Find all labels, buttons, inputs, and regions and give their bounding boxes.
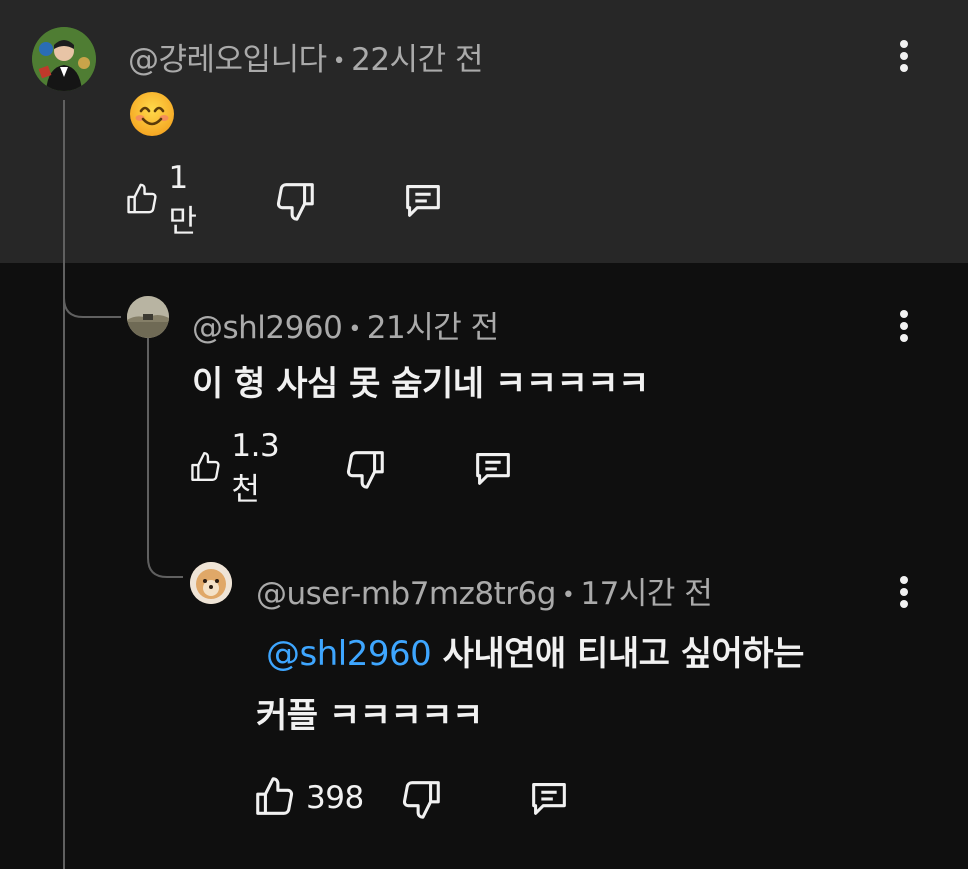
user-photo-icon	[32, 27, 96, 91]
dislike-button[interactable]	[398, 774, 444, 822]
avatar[interactable]	[127, 296, 169, 338]
author-name[interactable]: @user-mb7mz8tr6g	[256, 576, 556, 612]
author-name[interactable]: @걍레오입니다	[128, 42, 327, 78]
avatar[interactable]	[32, 27, 96, 91]
thumbs-up-icon	[256, 777, 294, 815]
like-button[interactable]: 1만	[124, 160, 206, 240]
thread-line-main	[63, 100, 65, 869]
thumbs-up-icon	[191, 452, 220, 481]
meta-separator: •	[561, 583, 575, 608]
comment-meta: @shl2960 • 21시간 전	[192, 302, 499, 347]
author-name[interactable]: @shl2960	[192, 310, 343, 346]
timestamp[interactable]: 22시간 전	[351, 42, 483, 78]
meta-separator: •	[332, 49, 346, 74]
user-photo-icon	[127, 296, 169, 338]
comment-text: 이 형 사심 못 숨기네 ㅋㅋㅋㅋㅋ	[192, 364, 649, 404]
dislike-button[interactable]	[342, 444, 388, 492]
thread-line-reply	[147, 338, 149, 538]
user-photo-icon	[190, 562, 232, 604]
reply-comment-icon	[476, 453, 510, 485]
thumbs-down-icon	[276, 183, 314, 221]
reply-comment-icon	[406, 185, 440, 217]
like-button[interactable]: 398	[252, 774, 364, 822]
timestamp[interactable]: 21시간 전	[367, 310, 499, 346]
mention-link[interactable]: @shl2960	[266, 634, 432, 674]
avatar[interactable]	[190, 562, 232, 604]
like-button[interactable]: 1.3천	[188, 428, 290, 508]
comment-thread: @걍레오입니다 • 22시간 전 1만 @shl2960 • 21시간 전 이 …	[0, 0, 968, 869]
dislike-button[interactable]	[272, 176, 318, 224]
meta-separator: •	[348, 317, 361, 342]
timestamp[interactable]: 17시간 전	[580, 576, 712, 612]
comment-meta: @user-mb7mz8tr6g • 17시간 전	[256, 568, 713, 613]
reply-comment-icon	[532, 783, 566, 815]
like-count: 1.3천	[231, 427, 280, 508]
comment-text: @shl2960 사내연애 티내고 싶어하는	[256, 626, 804, 675]
comment-text-line1: 사내연애 티내고 싶어하는	[442, 634, 805, 674]
like-count: 1만	[168, 159, 198, 240]
thumbs-down-icon	[402, 781, 440, 819]
reply-button[interactable]	[400, 176, 446, 224]
thumbs-down-icon	[346, 451, 384, 489]
comment-meta: @걍레오입니다 • 22시간 전	[128, 34, 483, 79]
reply-button[interactable]	[526, 774, 572, 822]
more-options-button[interactable]	[884, 36, 924, 76]
more-options-button[interactable]	[884, 306, 924, 346]
like-count: 398	[306, 780, 364, 816]
thread-connector-1	[63, 260, 121, 318]
more-options-button[interactable]	[884, 572, 924, 612]
smiling-face-emoji	[128, 90, 176, 138]
comment-text-line2: 커플 ㅋㅋㅋㅋㅋ	[256, 696, 483, 736]
thumbs-up-icon	[127, 183, 157, 214]
reply-button[interactable]	[470, 444, 516, 492]
